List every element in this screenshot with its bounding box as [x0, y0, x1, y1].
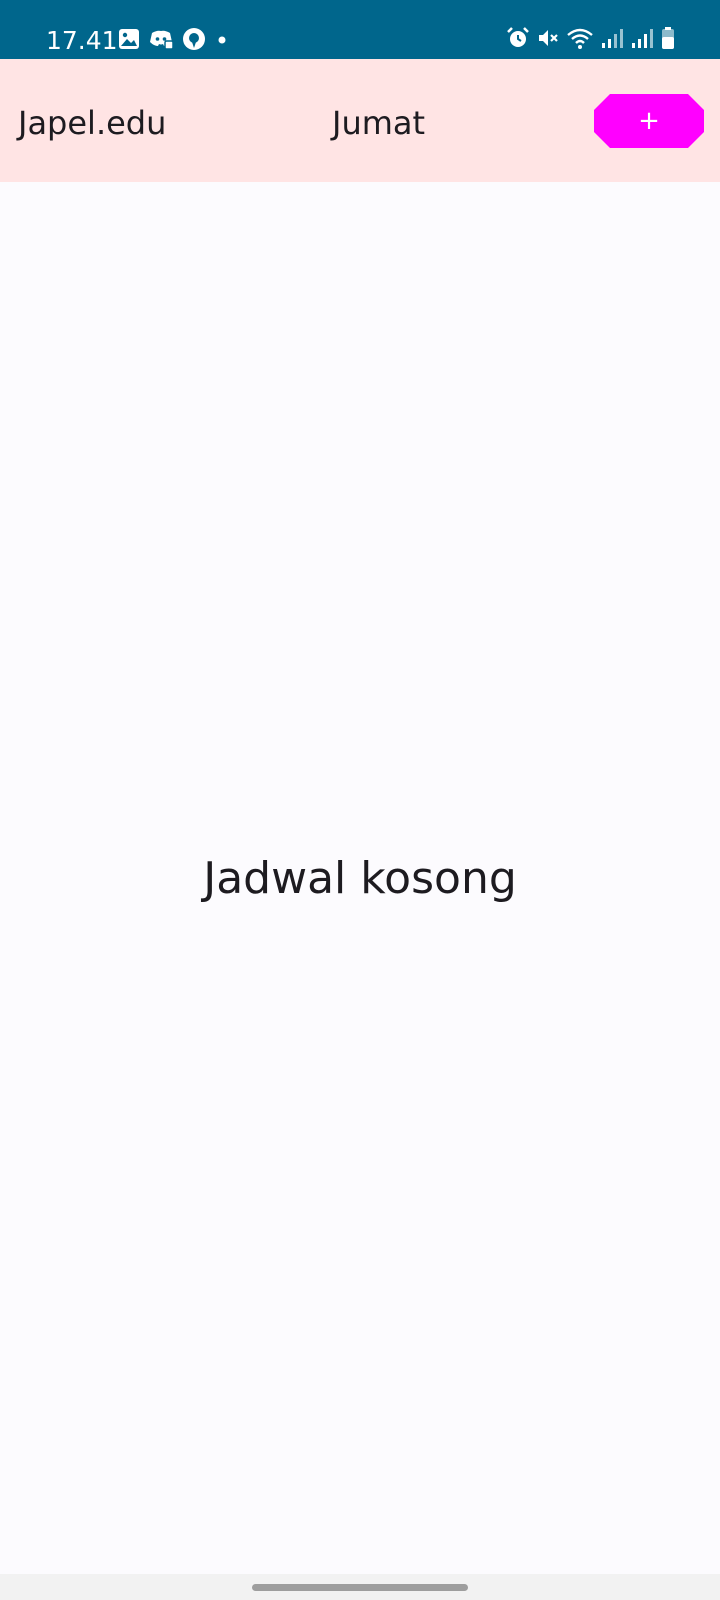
alarm-icon — [506, 26, 530, 55]
status-left-icons — [118, 27, 230, 56]
signal-icon — [600, 26, 624, 55]
battery-icon — [660, 26, 676, 55]
schedule-content: Jadwal kosong — [0, 182, 720, 1574]
circle-app-icon — [182, 27, 206, 56]
dot-icon — [214, 28, 230, 55]
empty-schedule-message: Jadwal kosong — [203, 853, 517, 904]
status-right-icons — [506, 26, 676, 55]
navigation-gesture-bar — [0, 1574, 720, 1600]
gesture-handle[interactable] — [252, 1584, 468, 1591]
mute-icon — [536, 26, 560, 55]
gallery-icon — [118, 28, 140, 55]
status-time: 17.41 — [46, 26, 118, 55]
app-bar: Japel.edu Jumat + — [0, 59, 720, 182]
wifi-icon — [566, 26, 594, 55]
day-title: Jumat — [332, 104, 426, 142]
discord-icon — [148, 28, 174, 55]
app-name: Japel.edu — [18, 104, 167, 142]
add-button[interactable]: + — [594, 94, 704, 148]
signal-icon — [630, 26, 654, 55]
status-bar: 17.41 — [0, 0, 720, 59]
